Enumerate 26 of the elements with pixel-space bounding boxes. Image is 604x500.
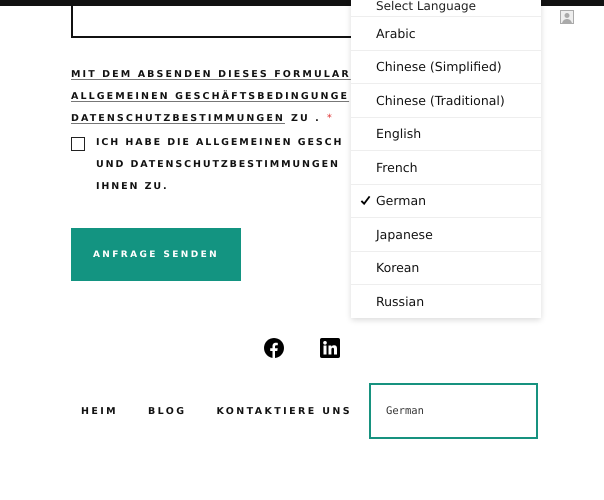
language-option[interactable]: Russian [351, 285, 541, 318]
language-option[interactable]: Chinese (Simplified) [351, 50, 541, 84]
menu-header: Select Language [351, 0, 541, 17]
submit-button[interactable]: ANFRAGE SENDEN [71, 228, 241, 281]
linkedin-icon[interactable] [320, 338, 340, 358]
language-option[interactable]: French [351, 151, 541, 184]
language-option[interactable]: Japanese [351, 218, 541, 252]
language-select[interactable]: German [369, 383, 538, 439]
language-option[interactable]: Chinese (Traditional) [351, 84, 541, 118]
notice-text: ZU . [290, 112, 321, 126]
facebook-icon[interactable] [264, 338, 284, 358]
language-option[interactable]: Arabic [351, 17, 541, 50]
terms-link[interactable]: MIT DEM ABSENDEN DIESES FORMULAR [71, 68, 351, 82]
terms-link[interactable]: ALLGEMEINEN GESCHÄFTSBEDINGUNGE [71, 90, 350, 104]
footer-nav-link[interactable]: HEIM [81, 406, 118, 416]
consent-checkbox[interactable] [71, 137, 85, 151]
footer-nav-link[interactable]: KONTAKTIERE UNS [216, 406, 352, 416]
required-mark: * [326, 112, 332, 126]
language-option[interactable]: Korean [351, 252, 541, 285]
footer-nav-link[interactable]: BLOG [148, 406, 186, 416]
consent-text: ICH HABE DIE ALLGEMEINEN GESCH [96, 136, 344, 150]
consent-text: IHNEN ZU. [96, 180, 168, 194]
language-option[interactable]: English [351, 118, 541, 151]
language-option[interactable]: German [351, 184, 541, 218]
consent-text: UND DATENSCHUTZBESTIMMUNGEN [96, 158, 340, 172]
privacy-link[interactable]: DATENSCHUTZBESTIMMUNGEN [71, 112, 285, 126]
